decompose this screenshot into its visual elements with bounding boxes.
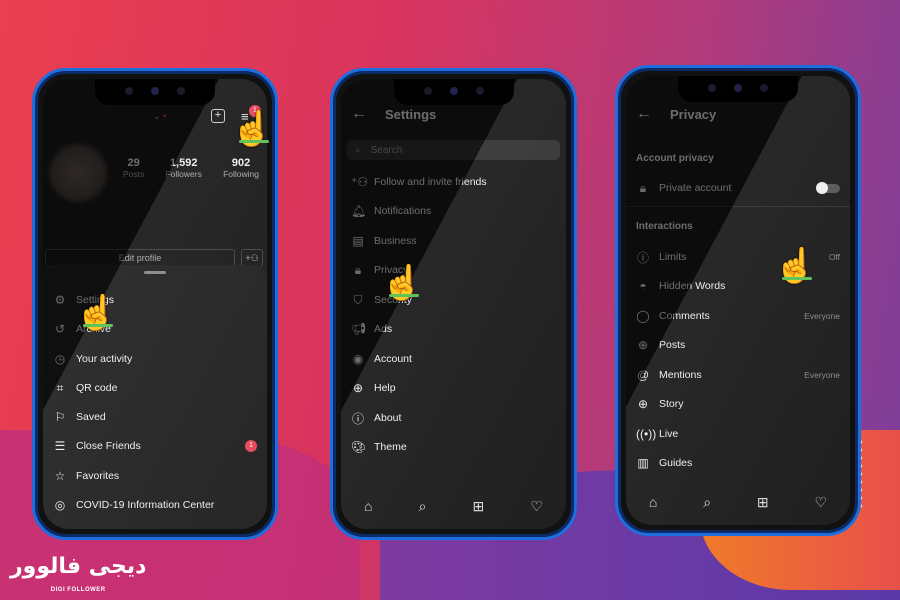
notch — [95, 79, 215, 105]
live-icon: ((•)) — [636, 427, 657, 441]
settings-icon: ⚙ — [54, 293, 66, 307]
palette-icon: 🎨︎ — [351, 440, 367, 454]
settings-item-theme[interactable]: 🎨︎ Theme — [351, 437, 556, 457]
home-icon[interactable]: ⌂ — [364, 498, 372, 515]
eye-icon: ◓ — [639, 279, 647, 293]
page-title: Settings — [385, 106, 437, 122]
bottom-nav: ⌂ ⌕ ⊞ ♡ — [341, 498, 566, 515]
pointer-hand-icon: ☝ — [231, 110, 274, 148]
settings-item-account[interactable]: ◉ Account — [351, 349, 556, 369]
covid-info-icon: ◎ — [54, 498, 66, 512]
menu-item-covid-info[interactable]: ◎ COVID-19 Information Center — [53, 495, 257, 515]
section-account-privacy: Account privacy — [636, 153, 714, 164]
private-account-toggle[interactable] — [816, 181, 840, 194]
menu-item-your-activity[interactable]: ◷ Your activity — [53, 349, 257, 369]
help-icon: ⊕ — [352, 381, 364, 395]
star-icon: ☆ — [54, 469, 66, 483]
phone-privacy: ← Privacy Account privacy 🔒︎ Private accou… — [615, 65, 861, 536]
lock-icon: 🔒︎ — [639, 180, 647, 195]
phone-settings: ← Settings ⌕ Search ⁺⚇ Follow and invite fr… — [330, 68, 577, 540]
stat-following[interactable]: 902 Following — [223, 157, 259, 179]
privacy-header: ← Privacy — [636, 105, 716, 123]
search-icon: ⌕ — [355, 144, 361, 156]
notch — [393, 79, 514, 105]
heart-icon[interactable]: ♡ — [530, 498, 543, 515]
activity-icon: ◷ — [54, 352, 66, 366]
privacy-item-posts[interactable]: ⊕ Posts — [636, 335, 840, 355]
brand-logo: دیجی فالوور DIGI FOLLOWER — [10, 554, 147, 594]
notch — [678, 76, 798, 102]
create-icon[interactable]: ⊞ — [757, 494, 769, 511]
privacy-item-mentions[interactable]: @ Mentions Everyone — [636, 365, 840, 385]
qr-code-icon: ⌗ — [56, 380, 64, 395]
settings-item-notifications[interactable]: 🔔︎ Notifications — [351, 201, 556, 221]
close-friends-icon: ☰ — [54, 439, 66, 453]
avatar[interactable] — [49, 144, 107, 202]
page-title: Privacy — [670, 106, 717, 122]
at-icon: @ — [636, 368, 650, 382]
settings-item-ads[interactable]: 📢︎ Ads — [351, 319, 556, 339]
story-icon: ⊕ — [637, 397, 649, 411]
settings-item-business[interactable]: ▤ Business — [351, 231, 556, 251]
pointer-hand-icon: ☝ — [774, 247, 817, 285]
saved-icon: ⚐ — [54, 410, 66, 424]
settings-item-about[interactable]: ⓘ About — [351, 408, 556, 428]
back-arrow-icon[interactable]: ← — [636, 105, 652, 123]
heart-icon[interactable]: ♡ — [815, 494, 828, 511]
close-friends-badge: 1 — [245, 440, 257, 452]
settings-item-follow-invite[interactable]: ⁺⚇ Follow and invite friends — [351, 172, 556, 192]
stat-posts[interactable]: 29 Posts — [123, 157, 144, 179]
account-icon: ◉ — [352, 352, 364, 366]
settings-item-help[interactable]: ⊕ Help — [351, 378, 556, 398]
menu-item-close-friends[interactable]: ☰ Close Friends 1 — [53, 436, 257, 456]
plus-square-icon: ⊕ — [637, 338, 649, 352]
archive-icon: ↺ — [54, 322, 66, 336]
phone-profile-menu: ⌄ • + ≡ 1 29 Posts 1,592 Followers 902 Follo… — [32, 68, 278, 540]
megaphone-icon: 📢︎ — [351, 322, 367, 336]
comment-icon: ◯ — [636, 309, 650, 323]
section-interactions: Interactions — [636, 221, 693, 232]
home-icon[interactable]: ⌂ — [649, 494, 657, 511]
private-account-row[interactable]: 🔒︎ Private account — [636, 178, 840, 198]
settings-header: ← Settings — [351, 105, 436, 123]
sheet-handle[interactable] — [144, 271, 166, 274]
shield-icon: ⛉ — [353, 292, 363, 307]
guides-icon: ▥ — [637, 456, 649, 470]
create-icon[interactable]: ⊞ — [473, 498, 485, 515]
add-person-icon: ⁺⚇ — [351, 175, 369, 189]
privacy-item-story[interactable]: ⊕ Story — [636, 394, 840, 414]
business-icon: ▤ — [352, 234, 364, 248]
menu-item-qr-code[interactable]: ⌗ QR code — [53, 378, 257, 398]
pointer-hand-icon: ☝ — [75, 294, 118, 332]
privacy-item-guides[interactable]: ▥ Guides — [636, 453, 840, 473]
screen: ← Settings ⌕ Search ⁺⚇ Follow and invite fr… — [341, 79, 566, 529]
info-icon: ⓘ — [351, 411, 364, 426]
bottom-nav: ⌂ ⌕ ⊞ ♡ — [626, 494, 850, 511]
menu-item-saved[interactable]: ⚐ Saved — [53, 407, 257, 427]
account-switcher-chevron-icon[interactable]: ⌄ • — [153, 111, 166, 122]
screen: ← Privacy Account privacy 🔒︎ Private accou… — [626, 76, 850, 525]
new-post-icon[interactable]: + — [211, 109, 225, 123]
search-input[interactable]: ⌕ Search — [347, 140, 560, 160]
privacy-item-live[interactable]: ((•)) Live — [636, 424, 840, 444]
search-icon[interactable]: ⌕ — [419, 498, 427, 515]
divider — [626, 206, 850, 207]
bell-icon: 🔔︎ — [351, 204, 367, 218]
pointer-hand-icon: ☝ — [381, 264, 424, 302]
back-arrow-icon[interactable]: ← — [351, 105, 367, 123]
menu-item-favorites[interactable]: ☆ Favorites — [53, 466, 257, 486]
stat-followers[interactable]: 1,592 Followers — [165, 157, 201, 179]
privacy-item-comments[interactable]: ◯ Comments Everyone — [636, 306, 840, 326]
search-icon[interactable]: ⌕ — [703, 494, 711, 511]
lock-icon: 🔒︎ — [354, 262, 362, 277]
limits-icon: ⓘ — [636, 250, 649, 265]
